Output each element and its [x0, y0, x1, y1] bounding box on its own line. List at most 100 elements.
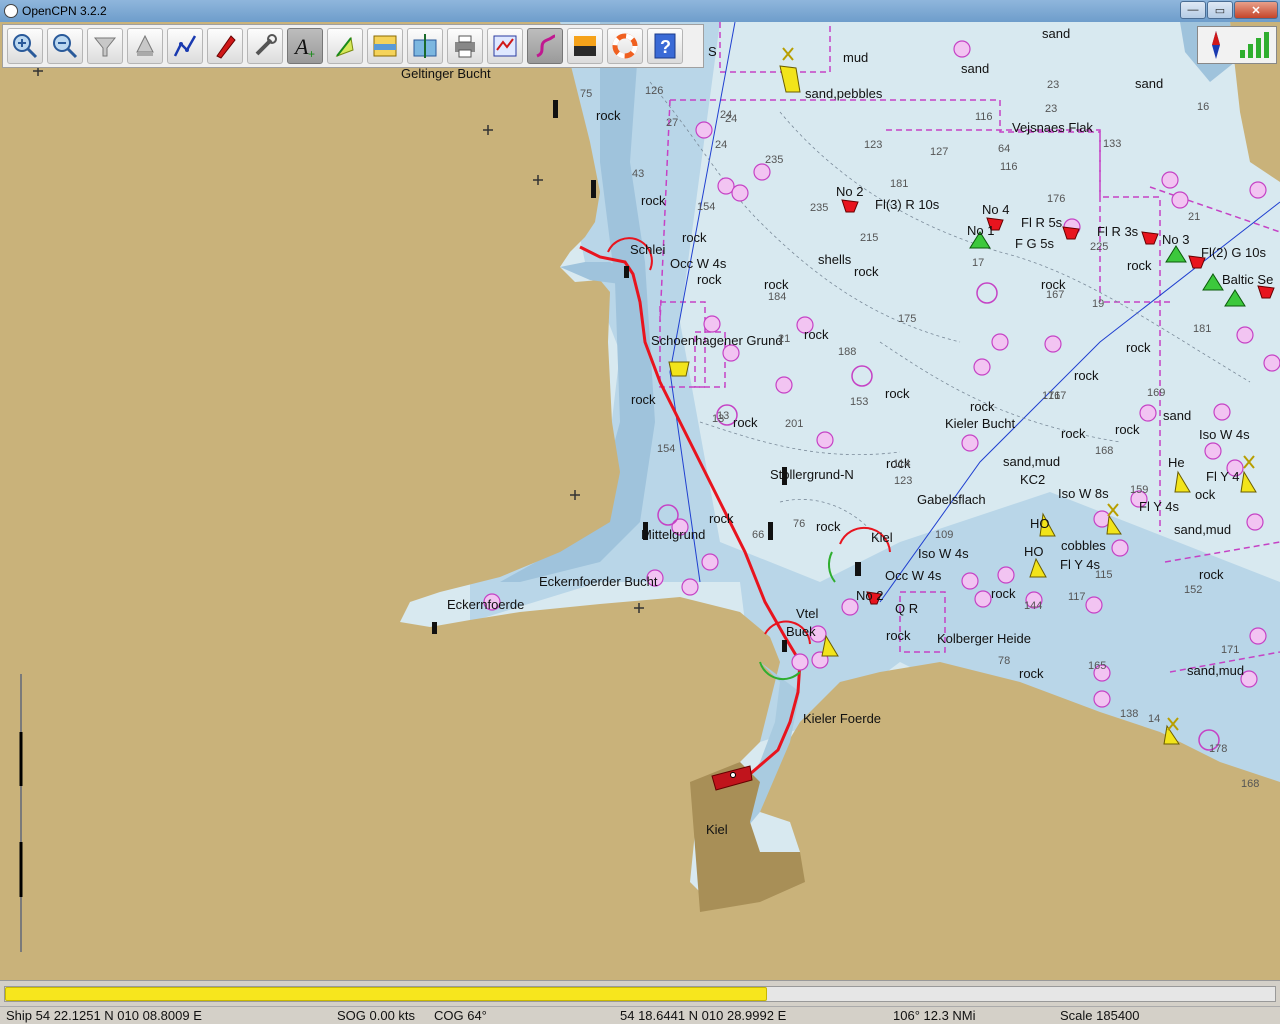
label-eckernfoerde: Eckernfoerde — [447, 597, 524, 612]
color-scheme-button[interactable] — [567, 28, 603, 64]
depth-sounding: 144 — [1024, 600, 1042, 612]
rock-label: rock — [596, 108, 621, 123]
label-vtel: Vtel — [796, 606, 819, 621]
progress-fill — [5, 987, 767, 1001]
window-controls: — ▭ ✕ — [1180, 1, 1278, 19]
depth-sounding: 21 — [1188, 211, 1200, 223]
label-f-g-5s: F G 5s — [1015, 236, 1055, 251]
chart-canvas[interactable]: Geltinger Bucht Schlei Occ W 4s Schoenha… — [0, 22, 1280, 980]
rock-label: rock — [885, 386, 910, 401]
label-baltic-se: Baltic Se — [1222, 272, 1273, 287]
follow-ship-button[interactable] — [207, 28, 243, 64]
depth-sounding: 188 — [838, 346, 856, 358]
label-no-3: No 3 — [1162, 232, 1189, 247]
route-manager-button[interactable] — [487, 28, 523, 64]
scale-out-button[interactable] — [127, 28, 163, 64]
depth-sounding: 23 — [1047, 79, 1059, 91]
rock-label: rock — [886, 628, 911, 643]
depth-sounding: 109 — [935, 529, 953, 541]
depth-sounding: 21 — [778, 333, 790, 345]
zoom-out-button[interactable] — [47, 28, 83, 64]
depth-sounding: 123 — [864, 139, 882, 151]
track-button[interactable] — [527, 28, 563, 64]
maximize-button[interactable]: ▭ — [1207, 1, 1233, 19]
progress-track — [4, 986, 1276, 1002]
label-sand-2: sand — [1042, 26, 1070, 41]
label-sand-3: sand — [1135, 76, 1163, 91]
route-button[interactable] — [167, 28, 203, 64]
rock-label: rock — [970, 399, 995, 414]
depth-sounding: 169 — [1147, 387, 1165, 399]
label-eckernfoerder-bucht: Eckernfoerder Bucht — [539, 574, 658, 589]
depth-sounding: 181 — [1193, 323, 1211, 335]
rock-label: rock — [1126, 340, 1151, 355]
rock-label: rock — [804, 327, 829, 342]
tides-button[interactable] — [367, 28, 403, 64]
depth-sounding: 235 — [765, 154, 783, 166]
depth-sounding: 165 — [1088, 660, 1106, 672]
current-button[interactable] — [327, 28, 363, 64]
label-kc2: KC2 — [1020, 472, 1045, 487]
depth-sounding: 13 — [712, 413, 724, 425]
depth-sounding: 168 — [1095, 445, 1113, 457]
depth-sounding: 153 — [850, 396, 868, 408]
close-button[interactable]: ✕ — [1234, 1, 1278, 19]
rock-label: rock — [631, 392, 656, 407]
rock-label: rock — [991, 586, 1016, 601]
scale-out-icon — [136, 34, 154, 56]
cm93-button[interactable] — [407, 28, 443, 64]
depth-sounding: 176 — [1047, 193, 1065, 205]
label-vejsnaes-flak: Vejsnaes Flak — [1012, 120, 1093, 135]
depth-sounding: 116 — [1000, 161, 1018, 173]
depth-sounding: 168 — [1241, 778, 1259, 790]
status-cursor-position: 54 18.6441 N 010 28.9992 E — [620, 1008, 787, 1023]
depth-sounding: 14 — [1148, 713, 1160, 725]
text-toggle-button[interactable]: A + — [287, 28, 323, 64]
rock-label: rock — [709, 511, 734, 526]
label-no-2: No 2 — [836, 184, 863, 199]
status-bar: Ship 54 22.1251 N 010 08.8009 E SOG 0.00… — [0, 1006, 1280, 1024]
rock-label: rock — [1115, 422, 1140, 437]
depth-sounding: 23 — [1045, 103, 1057, 115]
help-button[interactable]: ? — [647, 28, 683, 64]
depth-sounding: 175 — [898, 313, 916, 325]
depth-sounding: 17 — [972, 257, 984, 269]
depth-sounding: 115 — [1095, 569, 1113, 581]
settings-button[interactable] — [247, 28, 283, 64]
label-gabelsflach: Gabelsflach — [917, 492, 986, 507]
label-kiel-city: Kiel — [706, 822, 728, 837]
current-icon — [335, 36, 354, 58]
depth-sounding: 24 — [715, 139, 727, 151]
compass-status-box[interactable] — [1197, 26, 1277, 64]
label-kieler-bucht: Kieler Bucht — [945, 416, 1015, 431]
depth-sounding: 152 — [1184, 584, 1202, 596]
svg-text:?: ? — [660, 37, 671, 57]
color-scheme-icon — [574, 36, 596, 56]
printer-icon — [455, 35, 475, 58]
depth-sounding: 116 — [975, 111, 993, 123]
label-fl-r-3s: Fl R 3s — [1097, 224, 1139, 239]
rock-label: rock — [1074, 368, 1099, 383]
depth-sounding: 154 — [697, 201, 715, 213]
mob-button[interactable] — [607, 28, 643, 64]
label-kiel-light: Kiel — [871, 530, 893, 545]
minimize-button[interactable]: — — [1180, 1, 1206, 19]
zoom-in-button[interactable] — [7, 28, 43, 64]
depth-sounding: 24 — [725, 113, 737, 125]
depth-sounding: 76 — [793, 518, 805, 530]
label-sand-mud-3: sand,mud — [1187, 663, 1244, 678]
depth-sounding: 171 — [1221, 644, 1239, 656]
track-icon — [536, 34, 556, 58]
print-button[interactable] — [447, 28, 483, 64]
label-sand-1: sand — [961, 61, 989, 76]
chart-svg[interactable]: Geltinger Bucht Schlei Occ W 4s Schoenha… — [0, 22, 1280, 980]
rock-label: rock — [1199, 567, 1224, 582]
depth-sounding: 117 — [1068, 591, 1086, 603]
scale-in-button[interactable] — [87, 28, 123, 64]
depth-sounding: 159 — [1130, 484, 1148, 496]
route-manager-icon — [493, 35, 517, 57]
label-fl-r-5s: Fl R 5s — [1021, 215, 1063, 230]
status-scale: Scale 185400 — [1060, 1008, 1140, 1023]
depth-sounding: 133 — [1103, 138, 1121, 150]
label-shells: shells — [818, 252, 852, 267]
